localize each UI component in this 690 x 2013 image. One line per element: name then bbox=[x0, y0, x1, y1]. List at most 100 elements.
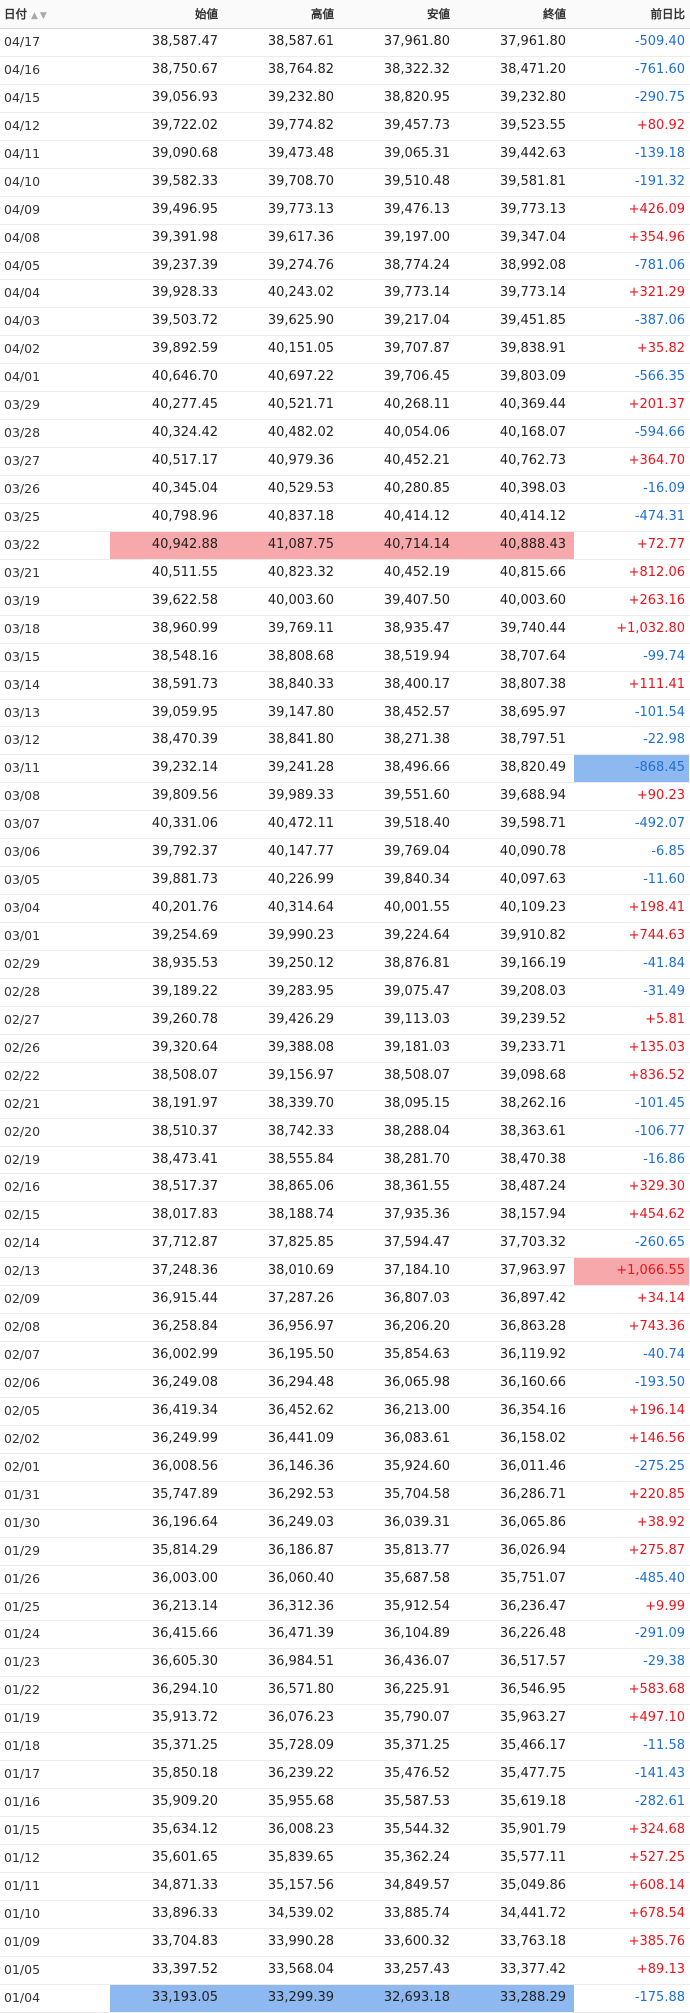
cell-high: 38,841.80 bbox=[267, 732, 334, 748]
cell-date: 03/27 bbox=[4, 453, 41, 469]
cell-close: 39,239.52 bbox=[499, 1011, 566, 1027]
table-row: 02/21 38,191.97 38,339.70 38,095.15 38,262.1… bbox=[0, 1091, 690, 1119]
cell-low: 39,773.14 bbox=[383, 285, 450, 301]
cell-low: 39,181.03 bbox=[383, 1039, 450, 1055]
cell-close: 35,619.18 bbox=[499, 1794, 566, 1810]
header-date[interactable]: 日付 ▲ ▼ bbox=[0, 0, 110, 28]
cell-close: 35,963.27 bbox=[499, 1710, 566, 1726]
cell-low: 33,885.74 bbox=[383, 1905, 450, 1921]
cell-change: +80.92 bbox=[636, 117, 685, 133]
cell-low: 40,452.21 bbox=[383, 453, 450, 469]
table-row: 02/20 38,510.37 38,742.33 38,288.04 38,363.6… bbox=[0, 1119, 690, 1147]
cell-date: 01/22 bbox=[4, 1682, 41, 1698]
cell-change: -290.75 bbox=[634, 89, 685, 105]
cell-low: 39,510.48 bbox=[383, 173, 450, 189]
cell-low: 39,217.04 bbox=[383, 313, 450, 329]
cell-close: 39,688.94 bbox=[499, 788, 566, 804]
cell-change: +35.82 bbox=[636, 341, 685, 357]
cell-date: 04/04 bbox=[4, 285, 41, 301]
table-row: 02/09 36,915.44 37,287.26 36,807.03 36,897.4… bbox=[0, 1286, 690, 1315]
cell-open: 40,942.88 bbox=[110, 531, 226, 559]
cell-open: 36,249.99 bbox=[151, 1430, 218, 1446]
cell-open: 39,928.33 bbox=[151, 285, 218, 301]
cell-high: 36,195.50 bbox=[267, 1347, 334, 1363]
cell-date: 04/15 bbox=[4, 89, 41, 105]
cell-high: 40,529.53 bbox=[267, 481, 334, 496]
cell-date: 01/31 bbox=[4, 1486, 41, 1502]
cell-change: +111.41 bbox=[628, 676, 685, 692]
cell-high: 38,587.61 bbox=[267, 34, 334, 49]
cell-date: 02/09 bbox=[4, 1291, 41, 1307]
cell-change: +1,032.80 bbox=[616, 620, 685, 636]
cell-low: 35,790.07 bbox=[383, 1710, 450, 1726]
cell-date: 01/16 bbox=[4, 1794, 41, 1810]
header-close[interactable]: 終値 bbox=[458, 0, 574, 28]
cell-change: +583.68 bbox=[628, 1682, 685, 1698]
cell-date: 04/12 bbox=[4, 117, 41, 133]
cell-close: 33,377.42 bbox=[499, 1961, 566, 1977]
table-row: 01/30 36,196.64 36,249.03 36,039.31 36,065.8… bbox=[0, 1510, 690, 1538]
cell-change: -22.98 bbox=[643, 732, 685, 748]
cell-change: +454.62 bbox=[628, 1207, 685, 1223]
table-row: 01/09 33,704.83 33,990.28 33,600.32 33,763.1… bbox=[0, 1929, 690, 1957]
cell-change: +146.56 bbox=[628, 1430, 685, 1446]
cell-date: 01/25 bbox=[4, 1598, 41, 1614]
table-row: 02/05 36,419.34 36,452.62 36,213.00 36,354.1… bbox=[0, 1398, 690, 1426]
table-row: 03/08 39,809.56 39,989.33 39,551.60 39,688.9… bbox=[0, 783, 690, 812]
cell-low: 35,476.52 bbox=[383, 1766, 450, 1782]
cell-change: -106.77 bbox=[634, 1123, 685, 1139]
cell-high: 40,823.32 bbox=[267, 564, 334, 580]
cell-date: 04/05 bbox=[4, 257, 41, 273]
cell-low: 38,271.38 bbox=[383, 732, 450, 748]
cell-close: 39,581.81 bbox=[499, 173, 566, 189]
cell-close: 40,369.44 bbox=[499, 397, 566, 413]
cell-high: 38,840.33 bbox=[267, 676, 334, 692]
cell-close: 40,414.12 bbox=[499, 508, 566, 524]
cell-low: 40,268.11 bbox=[383, 397, 450, 413]
header-open[interactable]: 始値 bbox=[110, 0, 226, 28]
cell-change: -291.09 bbox=[634, 1626, 685, 1642]
cell-change: -509.40 bbox=[634, 34, 685, 49]
cell-close: 38,820.49 bbox=[499, 760, 566, 776]
cell-close: 33,763.18 bbox=[499, 1933, 566, 1949]
table-row: 01/19 35,913.72 36,076.23 35,790.07 35,963.2… bbox=[0, 1705, 690, 1734]
cell-date: 03/22 bbox=[4, 536, 41, 552]
cell-low: 40,452.19 bbox=[383, 564, 450, 580]
cell-low: 38,519.94 bbox=[383, 648, 450, 664]
cell-change: +263.16 bbox=[628, 592, 685, 608]
cell-change: +364.70 bbox=[628, 453, 685, 469]
cell-open: 39,056.93 bbox=[151, 89, 218, 105]
table-row: 02/07 36,002.99 36,195.50 35,854.63 36,119.9… bbox=[0, 1342, 690, 1370]
cell-date: 04/09 bbox=[4, 201, 41, 217]
table-row: 02/26 39,320.64 39,388.08 39,181.03 39,233.7… bbox=[0, 1035, 690, 1063]
cell-open: 39,892.59 bbox=[151, 341, 218, 357]
cell-change: +198.41 bbox=[628, 900, 685, 916]
cell-close: 36,065.86 bbox=[499, 1514, 566, 1530]
cell-low: 40,714.14 bbox=[342, 531, 458, 559]
table-row: 01/17 35,850.18 36,239.22 35,476.52 35,477.7… bbox=[0, 1761, 690, 1790]
table-row: 04/02 39,892.59 40,151.05 39,707.87 39,838.9… bbox=[0, 336, 690, 365]
sort-asc-icon[interactable]: ▲ bbox=[31, 11, 38, 21]
cell-high: 39,989.33 bbox=[267, 788, 334, 804]
sort-desc-icon[interactable]: ▼ bbox=[40, 11, 47, 21]
cell-change: -141.43 bbox=[634, 1766, 685, 1782]
cell-close: 38,157.94 bbox=[499, 1207, 566, 1223]
header-low[interactable]: 安値 bbox=[342, 0, 458, 28]
cell-low: 39,476.13 bbox=[383, 201, 450, 217]
header-change[interactable]: 前日比 bbox=[574, 0, 689, 28]
cell-close: 36,026.94 bbox=[499, 1542, 566, 1558]
table-row: 01/10 33,896.33 34,539.02 33,885.74 34,441.7… bbox=[0, 1901, 690, 1929]
cell-open: 39,881.73 bbox=[151, 872, 218, 888]
cell-low: 40,001.55 bbox=[383, 900, 450, 916]
cell-low: 39,707.87 bbox=[383, 341, 450, 357]
cell-date: 03/05 bbox=[4, 872, 41, 888]
cell-high: 40,697.22 bbox=[267, 369, 334, 385]
cell-close: 38,471.20 bbox=[499, 61, 566, 77]
cell-open: 36,415.66 bbox=[151, 1626, 218, 1642]
cell-open: 38,191.97 bbox=[151, 1095, 218, 1111]
cell-open: 33,896.33 bbox=[151, 1905, 218, 1921]
cell-change: -11.58 bbox=[643, 1738, 685, 1754]
header-high[interactable]: 高値 bbox=[226, 0, 342, 28]
cell-low: 38,876.81 bbox=[383, 955, 450, 971]
cell-high: 41,087.75 bbox=[226, 531, 342, 559]
